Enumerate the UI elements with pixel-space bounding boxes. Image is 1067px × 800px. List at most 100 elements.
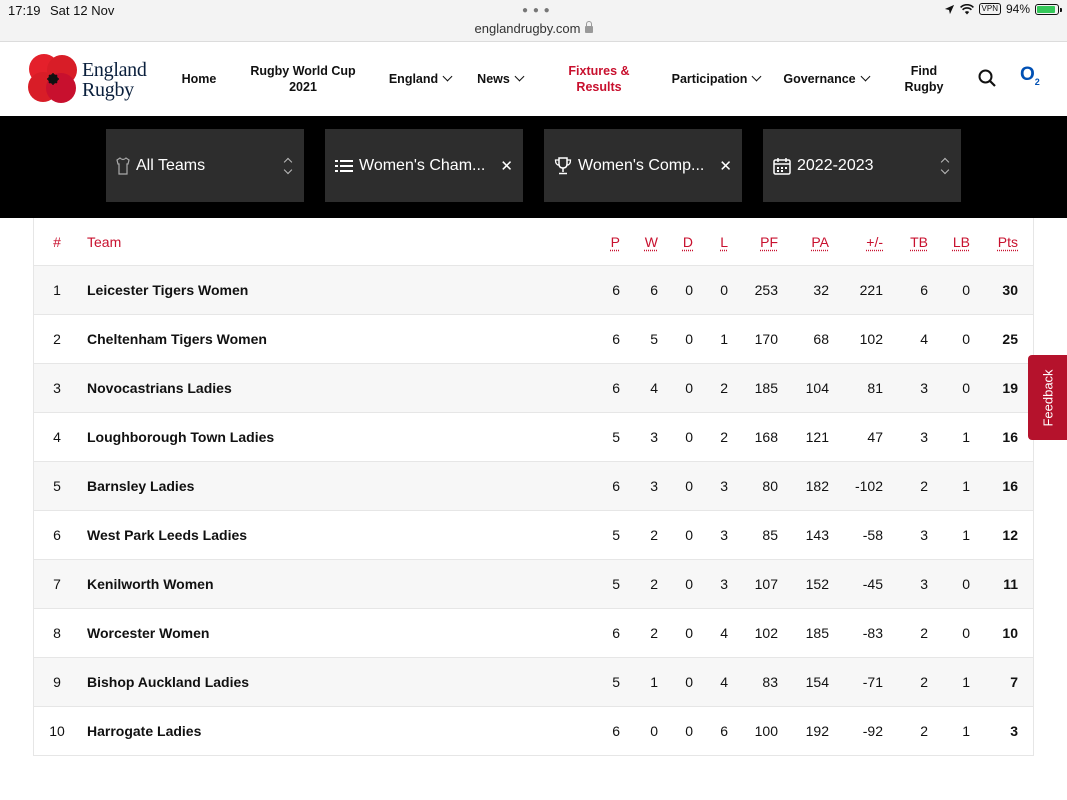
cell-team-name[interactable]: Loughborough Town Ladies — [87, 413, 507, 461]
cell-played: 6 — [612, 282, 620, 298]
table-row[interactable]: 3 Novocastrians Ladies 6 4 0 2 185 104 81 3 0 19 — [34, 363, 1033, 412]
filter-league[interactable]: Women's Cham... ✕ — [325, 129, 523, 202]
cell-drawn: 0 — [685, 723, 693, 739]
nav-find-rugby[interactable]: Find Rugby — [900, 42, 948, 116]
cell-team-name[interactable]: Barnsley Ladies — [87, 462, 507, 510]
cell-team-name[interactable]: West Park Leeds Ladies — [87, 511, 507, 559]
chevron-down-icon — [860, 71, 871, 82]
cell-points-against: 154 — [805, 674, 829, 690]
search-icon[interactable] — [978, 69, 996, 87]
table-row[interactable]: 5 Barnsley Ladies 6 3 0 3 80 182 -102 2 1 16 — [34, 461, 1033, 510]
table-row[interactable]: 7 Kenilworth Women 5 2 0 3 107 152 -45 3 0 11 — [34, 559, 1033, 608]
cell-points: 30 — [1002, 282, 1018, 298]
logo-line-1: England — [82, 59, 147, 81]
clear-filter-icon[interactable]: ✕ — [719, 129, 732, 202]
nav-governance[interactable]: Governance — [780, 42, 872, 116]
column-header-try-bonus[interactable]: TB — [902, 218, 928, 265]
chevron-down-icon — [751, 71, 762, 82]
cell-points: 7 — [1010, 674, 1018, 690]
cell-points-difference: -58 — [862, 527, 883, 543]
cell-points-against: 68 — [813, 331, 829, 347]
cell-losing-bonus: 0 — [962, 282, 970, 298]
cell-try-bonus: 2 — [920, 625, 928, 641]
cell-position: 9 — [53, 674, 61, 690]
cell-position: 3 — [53, 380, 61, 396]
nav-news[interactable]: News — [470, 42, 530, 116]
cell-drawn: 0 — [685, 674, 693, 690]
chevron-down-icon — [442, 71, 453, 82]
standings-table: # Team P W D L PF PA +/- TB LB Pts 1 Leic… — [33, 218, 1034, 756]
cell-played: 6 — [612, 380, 620, 396]
filter-label: 2022-2023 — [797, 156, 874, 174]
filter-season-select[interactable]: 2022-2023 — [763, 129, 961, 202]
cell-points-difference: 102 — [859, 331, 883, 347]
address-bar[interactable]: englandrugby.com — [0, 21, 1067, 36]
england-rugby-logo[interactable]: England Rugby — [28, 51, 158, 109]
clear-filter-icon[interactable]: ✕ — [500, 129, 513, 202]
cell-team-name[interactable]: Harrogate Ladies — [87, 707, 507, 755]
cell-points: 19 — [1002, 380, 1018, 396]
column-header-drawn[interactable]: D — [667, 218, 693, 265]
cell-try-bonus: 6 — [920, 282, 928, 298]
cell-lost: 3 — [720, 478, 728, 494]
nav-label: Find Rugby — [904, 64, 944, 94]
cell-points-difference: 221 — [859, 282, 883, 298]
cell-won: 2 — [650, 527, 658, 543]
column-header-won[interactable]: W — [632, 218, 658, 265]
cell-team-name[interactable]: Bishop Auckland Ladies — [87, 658, 507, 706]
cell-team-name[interactable]: Worcester Women — [87, 609, 507, 657]
o2-logo[interactable]: O2 — [1020, 64, 1040, 87]
cell-team-name[interactable]: Novocastrians Ladies — [87, 364, 507, 412]
table-row[interactable]: 2 Cheltenham Tigers Women 6 5 0 1 170 68 102 4 0 25 — [34, 314, 1033, 363]
cell-points-difference: -83 — [862, 625, 883, 641]
cell-team-name[interactable]: Cheltenham Tigers Women — [87, 315, 507, 363]
filter-competition[interactable]: Women's Comp... ✕ — [544, 129, 742, 202]
cell-lost: 0 — [720, 282, 728, 298]
column-header-points[interactable]: Pts — [984, 218, 1018, 265]
column-header-points-against[interactable]: PA — [794, 218, 829, 265]
feedback-tab[interactable]: Feedback — [1028, 355, 1067, 440]
column-header-points-difference[interactable]: +/- — [844, 218, 883, 265]
filter-team-select[interactable]: All Teams — [106, 129, 304, 202]
nav-england[interactable]: England — [385, 42, 455, 116]
table-row[interactable]: 4 Loughborough Town Ladies 5 3 0 2 168 121 47 3 1 1… — [34, 412, 1033, 461]
poppy-icon — [28, 54, 77, 103]
cell-drawn: 0 — [685, 478, 693, 494]
tab-overview-dots-icon[interactable]: ● ● ● — [522, 5, 551, 16]
cell-position: 1 — [53, 282, 61, 298]
cell-won: 6 — [650, 282, 658, 298]
cell-points-difference: -71 — [862, 674, 883, 690]
cell-points: 16 — [1002, 429, 1018, 445]
column-header-lost[interactable]: L — [702, 218, 728, 265]
table-row[interactable]: 9 Bishop Auckland Ladies 5 1 0 4 83 154 -71 2 1 7 — [34, 657, 1033, 706]
cell-points-against: 185 — [805, 625, 829, 641]
nav-fixtures-results[interactable]: Fixtures & Results — [555, 42, 643, 116]
battery-icon — [1035, 3, 1062, 15]
nav-label: News — [477, 72, 510, 86]
cell-points-for: 253 — [754, 282, 778, 298]
table-row[interactable]: 6 West Park Leeds Ladies 5 2 0 3 85 143 -58 3 1 12 — [34, 510, 1033, 559]
table-row[interactable]: 1 Leicester Tigers Women 6 6 0 0 253 32 221 6 0 30 — [34, 265, 1033, 314]
column-header-losing-bonus[interactable]: LB — [944, 218, 970, 265]
chevron-down-icon — [514, 71, 525, 82]
nav-participation[interactable]: Participation — [668, 42, 764, 116]
cell-position: 6 — [53, 527, 61, 543]
column-header-points-for[interactable]: PF — [744, 218, 778, 265]
cell-drawn: 0 — [685, 527, 693, 543]
cell-team-name[interactable]: Kenilworth Women — [87, 560, 507, 608]
table-row[interactable]: 10 Harrogate Ladies 6 0 0 6 100 192 -92 2 1 3 — [34, 706, 1033, 755]
cell-points-difference: -45 — [862, 576, 883, 592]
nav-home[interactable]: Home — [170, 42, 228, 116]
location-icon — [944, 4, 954, 14]
cell-position: 8 — [53, 625, 61, 641]
table-row[interactable]: 8 Worcester Women 6 2 0 4 102 185 -83 2 0 10 — [34, 608, 1033, 657]
cell-losing-bonus: 1 — [962, 527, 970, 543]
column-header-team: Team — [87, 233, 122, 250]
table-body: 1 Leicester Tigers Women 6 6 0 0 253 32 221 6 0 30 2… — [34, 265, 1033, 755]
cell-won: 0 — [650, 723, 658, 739]
cell-drawn: 0 — [685, 380, 693, 396]
cell-points-against: 121 — [805, 429, 829, 445]
column-header-played[interactable]: P — [594, 218, 620, 265]
nav-rugby-world-cup[interactable]: Rugby World Cup 2021 — [250, 42, 356, 116]
cell-team-name[interactable]: Leicester Tigers Women — [87, 266, 507, 314]
